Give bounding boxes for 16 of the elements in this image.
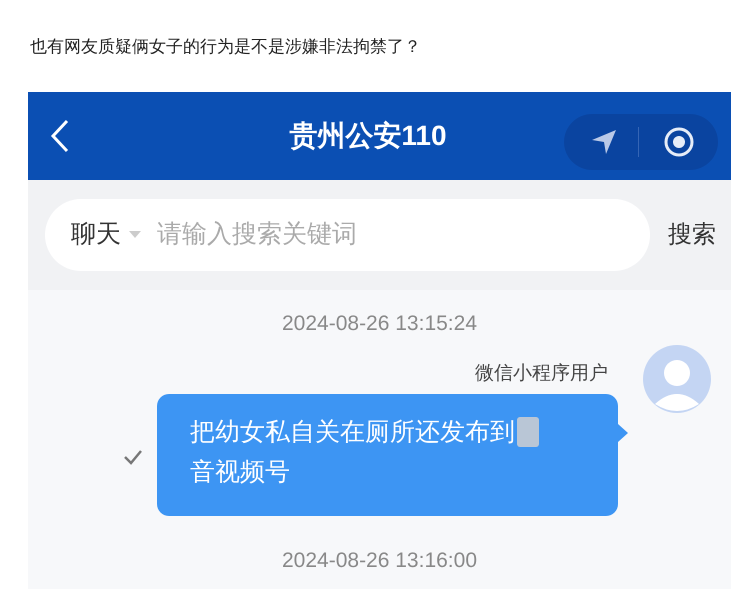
location-arrow-icon[interactable] [590, 128, 618, 156]
record-icon[interactable] [663, 126, 695, 158]
back-icon[interactable] [50, 119, 70, 153]
caret-icon [129, 231, 141, 239]
search-input[interactable]: 请输入搜索关键词 [157, 216, 557, 254]
search-field[interactable]: 聊天 请输入搜索关键词 [45, 199, 650, 271]
avatar-icon [642, 344, 712, 414]
timestamp: 2024-08-26 13:15:24 [282, 311, 477, 337]
search-button[interactable]: 搜索 [668, 217, 716, 253]
timestamp: 2024-08-26 13:16:00 [282, 548, 477, 574]
window-title: 贵州公安110 [288, 119, 448, 153]
scope-dropdown[interactable]: 聊天 [71, 216, 121, 254]
message-text: 把幼女私自关在厕所还发布到 [190, 417, 515, 448]
caption: 也有网友质疑俩女子的行为是不是涉嫌非法拘禁了？ [30, 36, 422, 58]
message-text: 音视频号 [190, 457, 290, 488]
sender-name: 微信小程序用户 [475, 362, 608, 386]
